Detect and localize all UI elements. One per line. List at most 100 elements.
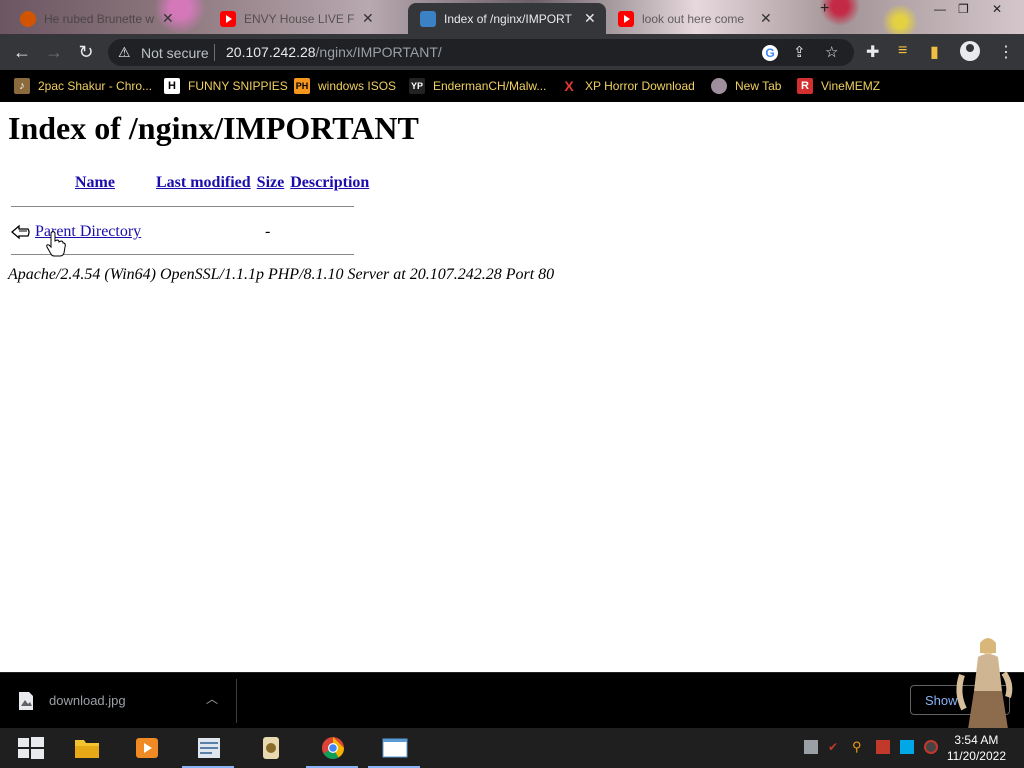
new-tab-icon[interactable]: + xyxy=(820,0,829,18)
globe-icon xyxy=(711,78,727,94)
windows-taskbar: ✔ ⚲ 3:54 AM 11/20/2022 xyxy=(0,728,1024,768)
bookmark-star-icon[interactable]: ☆ xyxy=(825,43,838,61)
taskbar-file-explorer[interactable] xyxy=(56,728,116,768)
size-cell: - xyxy=(265,223,271,240)
download-filename[interactable]: download.jpg xyxy=(49,693,126,708)
folder-icon xyxy=(75,740,99,758)
music-icon: ♪ xyxy=(14,78,30,94)
server-signature: Apache/2.4.54 (Win64) OpenSSL/1.1.1p PHP… xyxy=(8,266,555,283)
document-icon xyxy=(420,10,436,27)
bookmark-item[interactable]: YP EndermanCH/Malw... xyxy=(409,76,546,96)
bookmark-label: VineMEMZ xyxy=(821,79,881,93)
bookmark-item[interactable]: X XP Horror Download xyxy=(561,76,695,96)
system-clock[interactable]: 3:54 AM 11/20/2022 xyxy=(947,732,1006,764)
windows-logo-icon xyxy=(18,737,44,759)
tab-3[interactable]: Index of /nginx/IMPORT ✕ xyxy=(408,3,606,34)
bookmarks-bar: ♪ 2pac Shakur - Chro... H FUNNY SNIPPIES… xyxy=(0,70,1024,102)
bookmark-label: 2pac Shakur - Chro... xyxy=(38,79,153,93)
taskbar-notepad[interactable] xyxy=(178,728,238,768)
bookmark-item[interactable]: New Tab xyxy=(711,76,781,96)
bookmark-label: EndermanCH/Malw... xyxy=(433,79,547,93)
modified-column-header: Last modified xyxy=(154,174,253,192)
sort-by-size-link[interactable]: Size xyxy=(257,174,285,191)
back-icon[interactable]: ← xyxy=(10,40,34,64)
record-icon[interactable] xyxy=(924,740,938,754)
clock-app-icon xyxy=(263,737,279,759)
browser-toolbar: ← → ↻ ⚠ Not secure 20.107.242.28/nginx/I… xyxy=(0,34,1024,70)
extensions-icon[interactable]: ✚ xyxy=(866,42,879,62)
clock-date: 11/20/2022 xyxy=(946,749,1006,763)
yp-icon: YP xyxy=(409,78,425,94)
close-icon[interactable]: ✕ xyxy=(760,10,772,27)
display-icon[interactable] xyxy=(900,740,914,754)
bookmark-item[interactable]: PH windows ISOS xyxy=(294,76,396,96)
table-header-row: Name Last modified Size Description xyxy=(10,174,371,192)
icon-column-header xyxy=(10,174,36,192)
table-row: Parent Directory xyxy=(11,220,141,244)
close-icon[interactable]: ✕ xyxy=(162,10,174,27)
document-icon xyxy=(198,738,220,758)
search-icon[interactable]: ⚲ xyxy=(852,740,866,754)
ph-icon: PH xyxy=(294,78,310,94)
h-icon: H xyxy=(164,78,180,94)
reload-icon[interactable]: ↻ xyxy=(74,40,98,64)
menu-icon[interactable]: ⋮ xyxy=(998,42,1014,62)
download-bar: download.jpg ︿ Show xyxy=(0,638,1024,729)
bookmark-item[interactable]: R VineMEMZ xyxy=(797,76,880,96)
url-path: /nginx/IMPORTANT/ xyxy=(315,44,442,60)
r-icon: R xyxy=(797,78,813,94)
tab-strip: He rubed Brunette with ✕ ENVY House LIVE… xyxy=(0,0,1024,34)
warning-icon[interactable]: ⚠ xyxy=(118,44,131,61)
tab-2[interactable]: ENVY House LIVE Fo ✕ xyxy=(208,3,406,34)
minimize-icon[interactable]: — xyxy=(934,0,946,18)
tab-4[interactable]: look out here come ✕ xyxy=(606,3,804,34)
forward-icon[interactable]: → xyxy=(42,40,66,64)
antivirus-icon[interactable]: ✔ xyxy=(828,740,842,754)
file-icon xyxy=(19,692,33,710)
network-icon[interactable] xyxy=(804,740,818,754)
address-bar[interactable]: ⚠ Not secure 20.107.242.28/nginx/IMPORTA… xyxy=(108,39,854,66)
close-icon[interactable]: ✕ xyxy=(362,10,374,27)
desktop-buddy-character xyxy=(956,638,1013,729)
url-host: 20.107.242.28 xyxy=(226,44,316,60)
tab-title: look out here come xyxy=(642,11,745,26)
divider xyxy=(214,44,215,61)
sort-by-modified-link[interactable]: Last modified xyxy=(156,174,251,191)
name-column-header: Name xyxy=(38,174,152,192)
chrome-icon xyxy=(322,737,344,759)
size-column-header: Size xyxy=(255,174,287,192)
close-window-icon[interactable]: ✕ xyxy=(992,0,1002,18)
flag-icon[interactable] xyxy=(876,740,890,754)
taskbar-window[interactable] xyxy=(364,728,424,768)
x-icon: X xyxy=(564,78,574,94)
sort-by-name-link[interactable]: Name xyxy=(75,174,115,191)
description-column-header: Description xyxy=(288,174,371,192)
youtube-icon xyxy=(618,10,634,27)
profile-avatar[interactable] xyxy=(960,41,980,61)
close-icon[interactable]: ✕ xyxy=(584,10,596,27)
security-label[interactable]: Not secure xyxy=(141,45,209,61)
media-icon[interactable]: ≡ xyxy=(898,42,907,60)
side-panel-icon[interactable]: ▮ xyxy=(930,42,939,62)
tab-1[interactable]: He rubed Brunette with ✕ xyxy=(8,3,206,34)
hand-cursor-icon xyxy=(46,231,66,257)
tab-title: ENVY House LIVE Fo xyxy=(244,11,354,26)
url-text[interactable]: 20.107.242.28/nginx/IMPORTANT/ xyxy=(226,44,442,60)
sort-by-description-link[interactable]: Description xyxy=(290,174,369,191)
taskbar-chrome[interactable] xyxy=(302,728,362,768)
google-icon[interactable]: G xyxy=(762,45,778,61)
taskbar-media-player[interactable] xyxy=(116,728,176,768)
bookmark-item[interactable]: ♪ 2pac Shakur - Chro... xyxy=(14,76,152,96)
clock-time: 3:54 AM xyxy=(954,733,999,747)
chevron-up-icon[interactable]: ︿ xyxy=(206,690,218,707)
restore-icon[interactable]: ❐ xyxy=(958,0,969,18)
start-button[interactable] xyxy=(0,728,60,768)
window-icon xyxy=(382,738,408,758)
share-icon[interactable]: ⇪ xyxy=(793,43,806,61)
taskbar-app-clock[interactable] xyxy=(240,728,300,768)
divider xyxy=(236,679,237,723)
bookmark-label: New Tab xyxy=(735,79,782,93)
bookmark-item[interactable]: H FUNNY SNIPPIES xyxy=(164,76,288,96)
tab-title: Index of /nginx/IMPORT xyxy=(444,11,572,26)
media-player-icon xyxy=(136,738,158,758)
